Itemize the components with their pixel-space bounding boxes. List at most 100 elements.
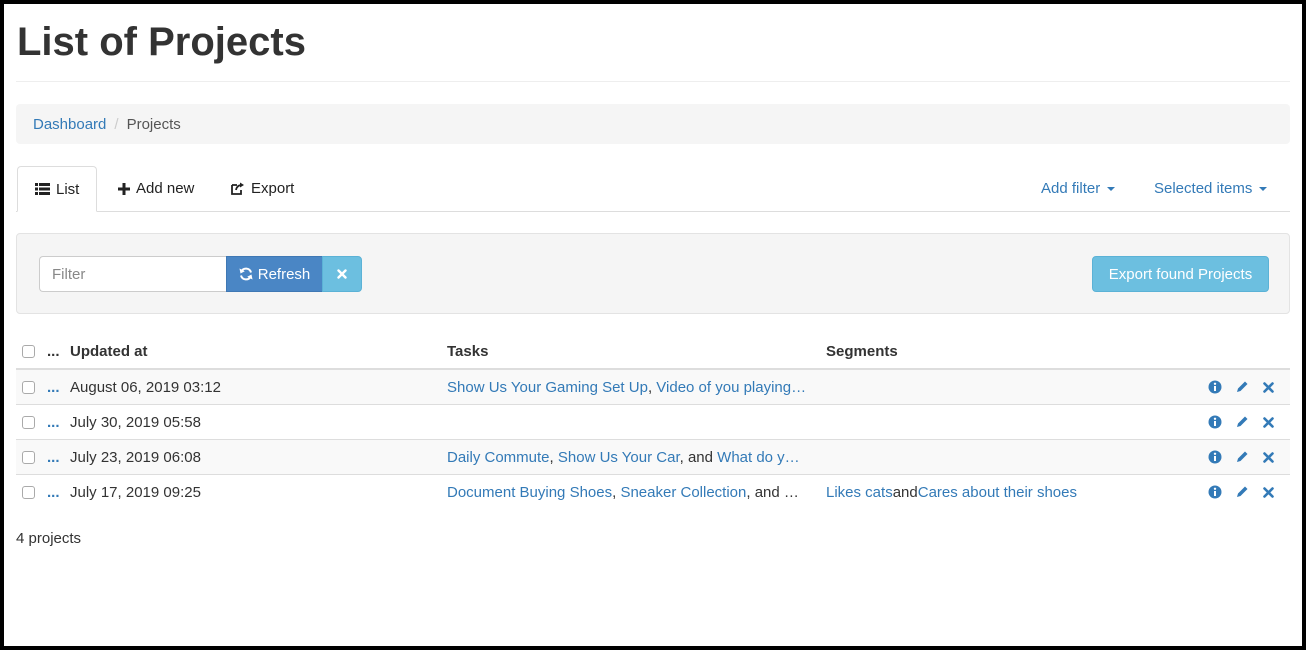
header-updated-at[interactable]: Updated at <box>70 334 430 368</box>
share-icon <box>231 182 244 195</box>
project-count: 4 projects <box>16 530 82 547</box>
edit-button[interactable] <box>1235 414 1250 430</box>
row-details-link[interactable]: ... <box>47 475 65 509</box>
breadcrumb-current: Projects <box>126 115 181 133</box>
row-actions <box>1208 405 1288 439</box>
table-row: ... July 23, 2019 06:08 Daily Commute, S… <box>16 439 1290 474</box>
header-segments: Segments <box>826 342 898 360</box>
task-link[interactable]: Daily Commute <box>447 449 550 466</box>
pencil-icon <box>1237 381 1248 392</box>
task-link[interactable]: Document Buying Shoes <box>447 484 612 501</box>
row-updated-at: July 17, 2019 09:25 <box>70 483 201 501</box>
info-icon <box>1208 485 1222 499</box>
delete-button[interactable] <box>1261 414 1276 430</box>
tab-export-label: Export <box>251 180 295 197</box>
select-all-checkbox[interactable] <box>22 344 35 358</box>
info-icon <box>1208 380 1222 394</box>
clear-filter-button[interactable] <box>322 256 362 292</box>
breadcrumb: Dashboard / Projects <box>16 104 1290 144</box>
row-tasks <box>447 405 815 439</box>
export-found-projects-button[interactable]: Export found Projects <box>1092 256 1269 292</box>
info-button[interactable] <box>1208 414 1223 430</box>
close-icon <box>1263 381 1274 393</box>
row-tasks: Document Buying Shoes, Sneaker Collectio… <box>447 475 815 509</box>
tab-add-new[interactable]: Add new <box>101 166 211 211</box>
row-tasks-text: Show Us Your Gaming Set Up, Video of you… <box>447 379 815 396</box>
row-segments <box>826 405 1186 439</box>
row-actions <box>1208 370 1288 404</box>
task-separator: , and <box>679 448 718 466</box>
close-icon <box>1263 486 1274 498</box>
tab-bar: List Add new Export Add filter Selected … <box>16 166 1290 212</box>
plus-icon <box>118 182 130 195</box>
pencil-icon <box>1237 451 1248 462</box>
header-tasks: Tasks <box>447 342 489 360</box>
list-icon <box>35 183 50 195</box>
row-actions <box>1208 475 1288 509</box>
close-icon <box>1263 416 1274 428</box>
selected-items-label: Selected items <box>1154 180 1253 197</box>
breadcrumb-dashboard-link[interactable]: Dashboard <box>33 116 106 133</box>
task-link[interactable]: Video of you playing… <box>656 379 806 396</box>
table-row: ... August 06, 2019 03:12 Show Us Your G… <box>16 369 1290 404</box>
task-link[interactable]: Sneaker Collection <box>620 484 746 501</box>
task-link[interactable]: Show Us Your Car <box>558 449 680 466</box>
task-separator: , <box>549 448 558 466</box>
pencil-icon <box>1237 486 1248 497</box>
close-icon <box>1263 451 1274 463</box>
task-link[interactable]: What do y… <box>717 449 800 466</box>
app-window: List of Projects Dashboard / Projects Li… <box>4 4 1302 646</box>
row-updated-at: July 30, 2019 05:58 <box>70 413 201 431</box>
select-all-cell <box>22 334 36 368</box>
info-button[interactable] <box>1208 379 1223 395</box>
segment-link[interactable]: Likes cats <box>826 484 893 501</box>
row-actions <box>1208 440 1288 474</box>
filter-input[interactable] <box>39 256 227 292</box>
row-select-cell <box>22 370 36 404</box>
breadcrumb-separator: / <box>114 115 119 133</box>
row-details-link[interactable]: ... <box>47 440 65 474</box>
row-select-cell <box>22 405 36 439</box>
row-segments <box>826 440 1186 474</box>
filter-panel: Refresh Export found Projects <box>16 233 1290 314</box>
pencil-icon <box>1237 416 1248 427</box>
edit-button[interactable] <box>1235 449 1250 465</box>
row-tasks: Show Us Your Gaming Set Up, Video of you… <box>447 370 815 404</box>
title-divider <box>16 81 1290 82</box>
table-row: ... July 30, 2019 05:58 <box>16 404 1290 439</box>
row-details-link[interactable]: ... <box>47 370 65 404</box>
row-segments <box>826 370 1186 404</box>
caret-down-icon <box>1107 186 1116 191</box>
table-row: ... July 17, 2019 09:25 Document Buying … <box>16 474 1290 509</box>
row-select-cell <box>22 440 36 474</box>
task-link[interactable]: Show Us Your Gaming Set Up <box>447 379 648 396</box>
row-tasks-text: Daily Commute, Show Us Your Car, and Wha… <box>447 449 815 466</box>
refresh-button[interactable]: Refresh <box>226 256 323 292</box>
selected-items-dropdown[interactable]: Selected items <box>1154 166 1268 211</box>
refresh-label: Refresh <box>257 265 311 283</box>
edit-button[interactable] <box>1235 379 1250 395</box>
segment-link[interactable]: Cares about their shoes <box>918 484 1077 501</box>
row-tasks-text: Document Buying Shoes, Sneaker Collectio… <box>447 484 815 501</box>
delete-button[interactable] <box>1261 484 1276 500</box>
row-checkbox[interactable] <box>22 380 35 394</box>
refresh-icon <box>239 267 253 281</box>
delete-button[interactable] <box>1261 379 1276 395</box>
delete-button[interactable] <box>1261 449 1276 465</box>
row-checkbox[interactable] <box>22 415 35 429</box>
row-segments: Likes cats and Cares about their shoes <box>826 475 1186 509</box>
tab-export[interactable]: Export <box>214 166 311 211</box>
info-button[interactable] <box>1208 449 1223 465</box>
tab-list[interactable]: List <box>17 166 98 212</box>
row-details-link[interactable]: ... <box>47 405 65 439</box>
add-filter-label: Add filter <box>1041 180 1101 197</box>
info-icon <box>1208 415 1222 429</box>
header-dots: ... <box>47 342 60 360</box>
info-button[interactable] <box>1208 484 1223 500</box>
add-filter-dropdown[interactable]: Add filter <box>1041 166 1116 211</box>
edit-button[interactable] <box>1235 484 1250 500</box>
row-checkbox[interactable] <box>22 485 35 499</box>
row-checkbox[interactable] <box>22 450 35 464</box>
table-header: ... Updated at Tasks Segments <box>16 334 1290 369</box>
task-separator: , and … <box>746 483 799 501</box>
